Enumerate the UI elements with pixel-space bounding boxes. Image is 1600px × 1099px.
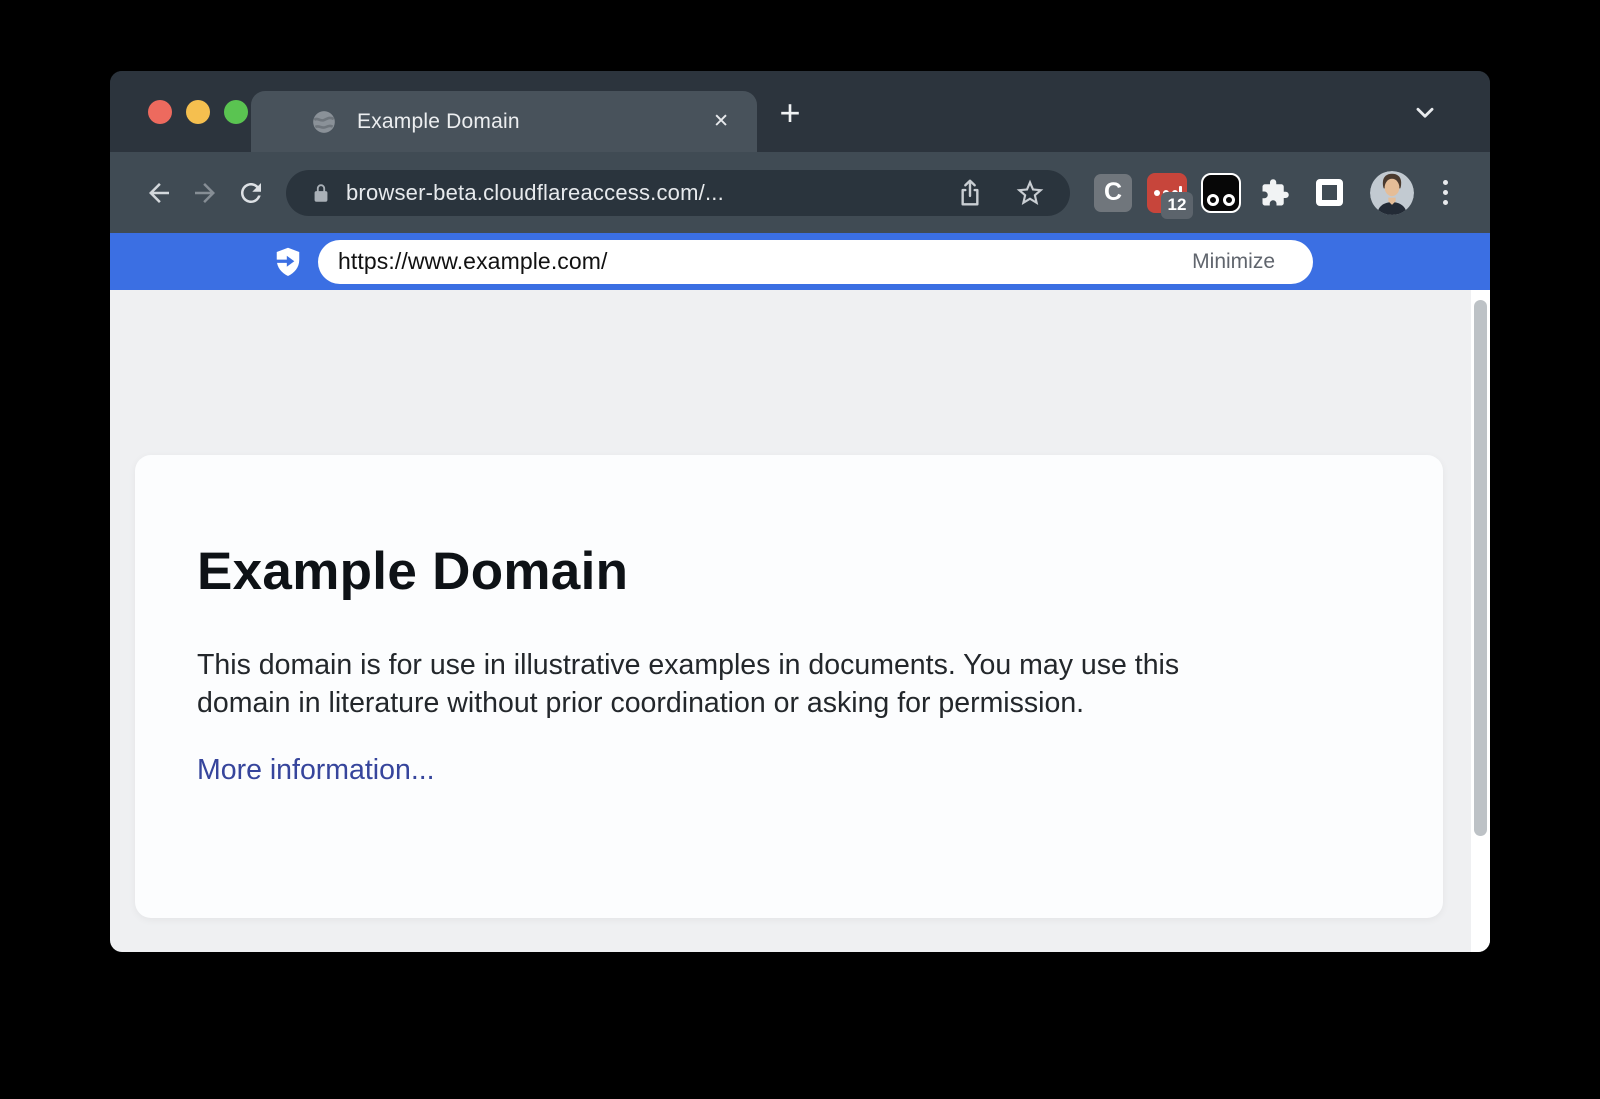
browser-window: Example Domain ✕ + [110, 71, 1490, 952]
body-line: domain in literature without prior coord… [197, 684, 1381, 722]
extension-c-icon: C [1094, 174, 1132, 212]
reload-icon [236, 178, 266, 208]
bookmark-star-icon[interactable] [1014, 177, 1046, 209]
shield-arrow-icon [270, 244, 306, 280]
isolated-url-text[interactable]: https://www.example.com/ [338, 248, 1192, 275]
new-tab-button[interactable]: + [770, 93, 810, 133]
isolated-url-field[interactable]: https://www.example.com/ Minimize [318, 240, 1313, 284]
side-panel-button[interactable] [1302, 166, 1356, 220]
extension-c-button[interactable]: C [1086, 166, 1140, 220]
browser-toolbar: browser-beta.cloudflareaccess.com/... C [110, 152, 1490, 233]
globe-favicon-icon [311, 109, 337, 135]
tab-title: Example Domain [357, 110, 709, 134]
extension-goggles-icon [1201, 173, 1241, 213]
page-body: This domain is for use in illustrative e… [197, 646, 1381, 722]
back-button[interactable] [136, 170, 182, 216]
minimize-bar-button[interactable]: Minimize [1192, 250, 1275, 274]
scrollbar-track[interactable] [1471, 290, 1490, 952]
back-arrow-icon [144, 178, 174, 208]
extension-black-button[interactable] [1194, 166, 1248, 220]
puzzle-piece-icon [1260, 178, 1290, 208]
lock-icon [310, 182, 332, 204]
tab-search-chevron-icon[interactable] [1412, 100, 1438, 126]
isolation-url-bar: https://www.example.com/ Minimize [110, 233, 1490, 290]
address-bar[interactable]: browser-beta.cloudflareaccess.com/... [286, 170, 1070, 216]
browser-menu-button[interactable] [1422, 170, 1468, 216]
reload-button[interactable] [228, 170, 274, 216]
share-icon[interactable] [954, 177, 986, 209]
tab-example-domain[interactable]: Example Domain ✕ [251, 91, 757, 152]
page-viewport: Example Domain This domain is for use in… [110, 290, 1490, 952]
minimize-window-button[interactable] [186, 100, 210, 124]
extensions-menu-button[interactable] [1248, 166, 1302, 220]
zoom-window-button[interactable] [224, 100, 248, 124]
close-window-button[interactable] [148, 100, 172, 124]
window-controls [148, 71, 248, 152]
content-card: Example Domain This domain is for use in… [135, 455, 1443, 918]
desktop-background: Example Domain ✕ + [0, 0, 1600, 1099]
profile-avatar[interactable] [1370, 171, 1414, 215]
tab-strip: Example Domain ✕ + [110, 71, 1490, 152]
tab-close-icon[interactable]: ✕ [709, 108, 733, 135]
forward-arrow-icon [190, 178, 220, 208]
extension-red-button[interactable]: 12 [1140, 166, 1194, 220]
page-title: Example Domain [197, 541, 1381, 602]
extension-badge: 12 [1161, 192, 1193, 219]
omnibox-url[interactable]: browser-beta.cloudflareaccess.com/... [346, 180, 926, 206]
side-panel-icon [1316, 179, 1343, 206]
extension-red-dots-icon: 12 [1147, 173, 1187, 213]
more-information-link[interactable]: More information... [197, 754, 435, 787]
forward-button[interactable] [182, 170, 228, 216]
body-line: This domain is for use in illustrative e… [197, 646, 1381, 684]
scrollbar-thumb[interactable] [1474, 300, 1487, 836]
kebab-menu-icon [1443, 180, 1448, 185]
